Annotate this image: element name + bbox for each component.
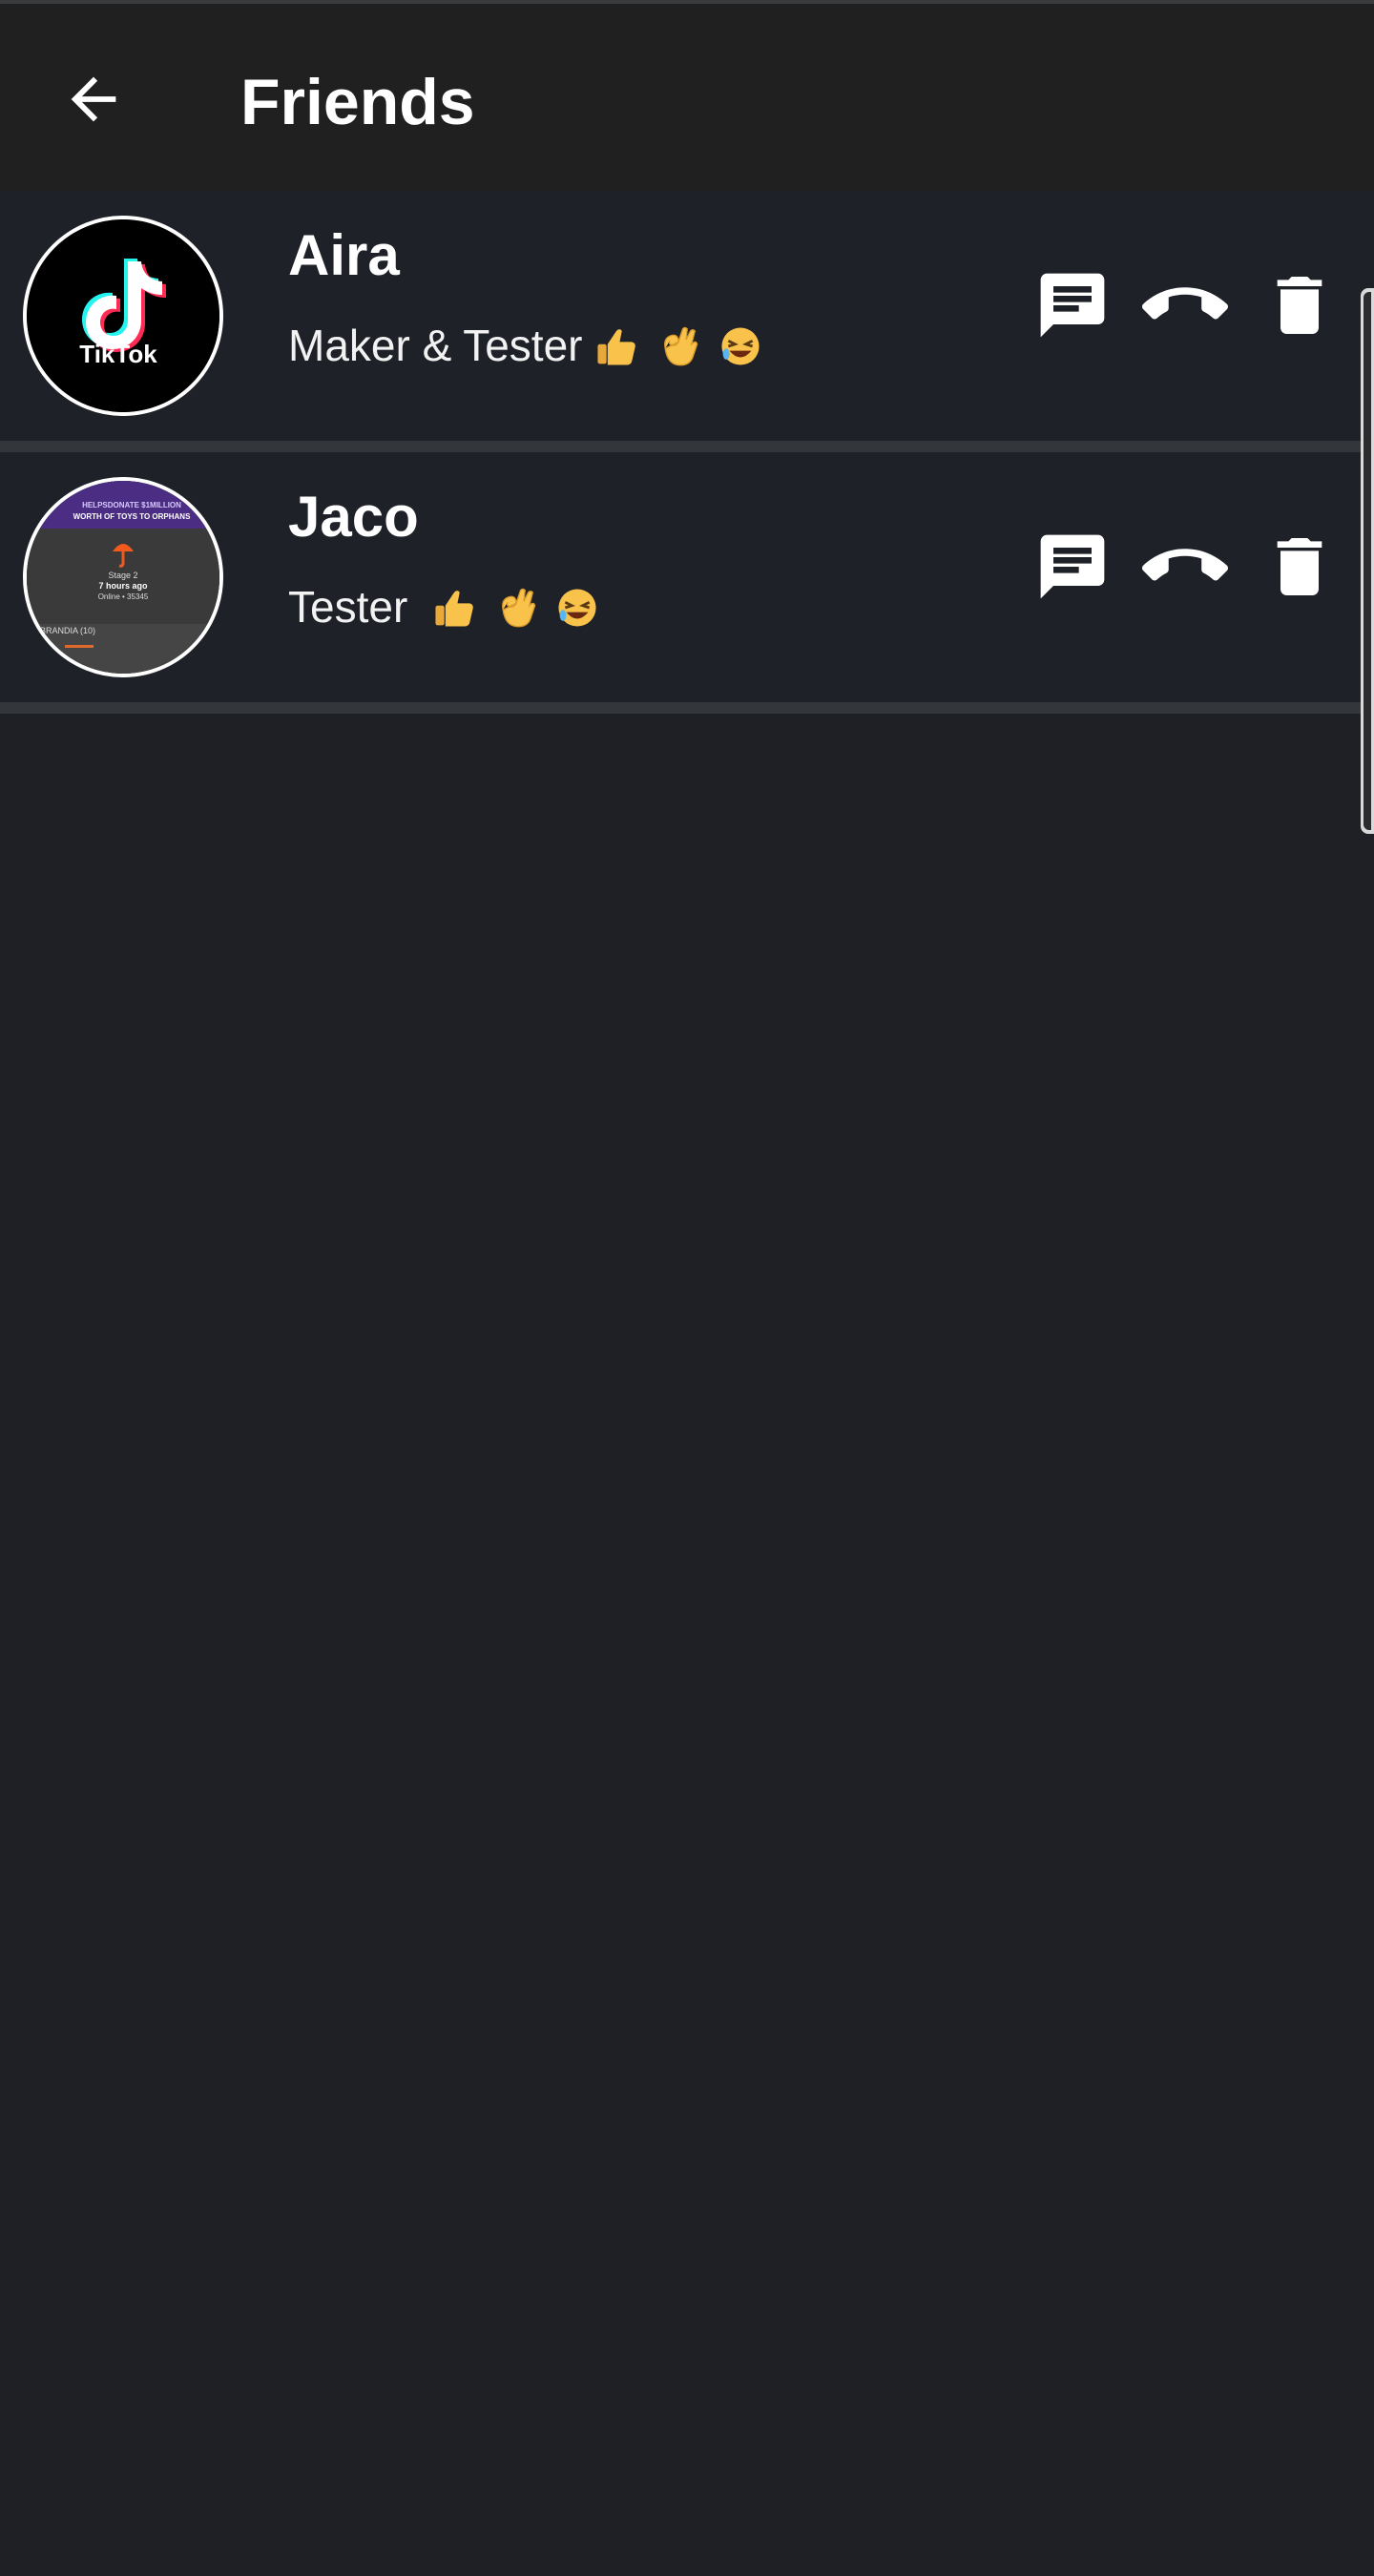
friend-status-text: Maker & Tester (288, 321, 583, 370)
avatar-line: BRANDIA (10) (40, 626, 95, 635)
friend-name: Aira (288, 223, 400, 287)
avatar-line: 7 hours ago (98, 581, 148, 591)
trash-icon (1277, 538, 1322, 595)
ok-hand-emoji-icon (664, 326, 698, 366)
message-icon (1040, 273, 1105, 338)
avatar-line: HELPSDONATE $1MILLION (82, 501, 181, 509)
friends-list: TikTok Aira Maker & Tester HELPSDONATE $… (0, 191, 1374, 714)
friend-status: Tester (288, 576, 605, 637)
phone-icon (1142, 287, 1228, 320)
friend-status-text: Tester (288, 582, 408, 632)
thumbs-up-emoji-icon (597, 329, 636, 365)
scrollbar-track (1364, 292, 1371, 830)
message-button[interactable] (1025, 258, 1120, 353)
call-button[interactable] (1137, 258, 1233, 353)
message-icon (1040, 534, 1105, 599)
avatar-screenshot-image: HELPSDONATE $1MILLION WORTH OF TOYS TO O… (27, 481, 219, 674)
app-bar: Friends (0, 4, 1374, 191)
phone-icon (1142, 549, 1228, 581)
thumbs-up-emoji-icon (435, 591, 473, 627)
call-button[interactable] (1137, 519, 1233, 614)
rolling-laughing-emoji-icon (721, 327, 760, 365)
avatar: TikTok (23, 216, 223, 416)
tiktok-logo-icon: TikTok (27, 219, 219, 412)
friend-name: Jaco (288, 485, 419, 549)
avatar: HELPSDONATE $1MILLION WORTH OF TOYS TO O… (23, 477, 223, 677)
avatar-line: Online • 35345 (98, 592, 149, 601)
rolling-laughing-emoji-icon (558, 589, 596, 627)
message-button[interactable] (1025, 519, 1120, 614)
friend-row-jaco[interactable]: HELPSDONATE $1MILLION WORTH OF TOYS TO O… (0, 452, 1374, 714)
avatar-logo-text: TikTok (79, 340, 157, 368)
friend-status: Maker & Tester (288, 315, 768, 376)
ok-hand-emoji-icon (501, 588, 535, 628)
trash-icon (1277, 277, 1322, 334)
avatar-line: Stage 2 (108, 571, 137, 580)
scrollbar[interactable] (1361, 288, 1374, 834)
delete-button[interactable] (1252, 519, 1347, 614)
friend-row-aira[interactable]: TikTok Aira Maker & Tester (0, 191, 1374, 452)
page-title: Friends (240, 66, 475, 138)
avatar-line: WORTH OF TOYS TO ORPHANS (73, 512, 191, 521)
back-button[interactable] (46, 52, 141, 147)
arrow-left-icon (71, 76, 116, 122)
delete-button[interactable] (1252, 258, 1347, 353)
